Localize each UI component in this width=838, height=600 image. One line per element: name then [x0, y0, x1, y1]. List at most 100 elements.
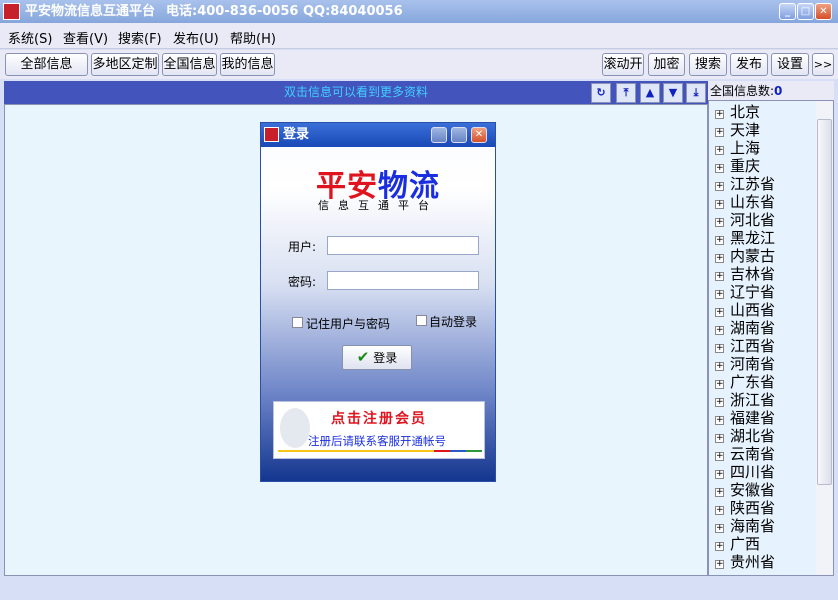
refresh-icon[interactable]: ↻	[591, 83, 611, 103]
region-tree-item[interactable]: + 辽宁省	[715, 283, 775, 301]
auto-login-checkbox[interactable]	[416, 315, 427, 326]
expand-icon[interactable]: +	[715, 380, 724, 389]
region-tree-item[interactable]: + 河南省	[715, 355, 775, 373]
publish-button[interactable]: 发布	[730, 53, 768, 76]
multi-region-button[interactable]: 多地区定制	[91, 53, 159, 76]
region-tree-item[interactable]: + 贵州省	[715, 553, 775, 571]
expand-icon[interactable]: +	[715, 326, 724, 335]
settings-button[interactable]: 设置	[771, 53, 809, 76]
menu-publish[interactable]: 发布(U)	[173, 28, 219, 47]
region-label: 重庆	[730, 157, 761, 175]
dialog-minimize-button[interactable]	[431, 127, 447, 143]
region-tree-item[interactable]: + 上海	[715, 139, 760, 157]
region-label: 浙江省	[730, 391, 776, 409]
expand-icon[interactable]: +	[715, 416, 724, 425]
expand-icon[interactable]: +	[715, 524, 724, 533]
expand-icon[interactable]: +	[715, 164, 724, 173]
expand-icon[interactable]: +	[715, 308, 724, 317]
region-tree-item[interactable]: + 四川省	[715, 463, 775, 481]
region-tree-item[interactable]: + 湖南省	[715, 319, 775, 337]
dialog-restore-button[interactable]	[451, 127, 467, 143]
expand-icon[interactable]: +	[715, 110, 724, 119]
scroll-down-icon[interactable]: ▼	[663, 83, 683, 103]
region-tree-item[interactable]: + 北京	[715, 103, 760, 121]
tree-scrollbar[interactable]	[816, 101, 833, 575]
region-label: 贵州省	[730, 553, 776, 571]
expand-icon[interactable]: +	[715, 272, 724, 281]
expand-icon[interactable]: +	[715, 200, 724, 209]
app-logo-icon	[264, 127, 279, 142]
expand-icon[interactable]: +	[715, 290, 724, 299]
expand-icon[interactable]: +	[715, 470, 724, 479]
region-tree-item[interactable]: + 浙江省	[715, 391, 775, 409]
region-label: 江苏省	[730, 175, 776, 193]
region-tree-item[interactable]: + 河北省	[715, 211, 775, 229]
region-tree-item[interactable]: + 吉林省	[715, 265, 775, 283]
scroll-up-icon[interactable]: ▲	[640, 83, 660, 103]
menu-system[interactable]: 系统(S)	[8, 28, 52, 47]
scroll-thumb[interactable]	[817, 119, 832, 485]
encrypt-button[interactable]: 加密	[648, 53, 685, 76]
region-tree-item[interactable]: + 广西	[715, 535, 760, 553]
expand-icon[interactable]: +	[715, 254, 724, 263]
scroll-toggle-button[interactable]: 滚动开	[602, 53, 644, 76]
search-button[interactable]: 搜索	[689, 53, 727, 76]
expand-icon[interactable]: +	[715, 362, 724, 371]
region-tree-item[interactable]: + 黑龙江	[715, 229, 775, 247]
expand-icon[interactable]: +	[715, 236, 724, 245]
remember-checkbox[interactable]	[292, 317, 303, 328]
region-label: 江西省	[730, 337, 776, 355]
all-info-button[interactable]: 全部信息	[5, 53, 88, 76]
expand-icon[interactable]: +	[715, 434, 724, 443]
username-input[interactable]	[327, 236, 479, 255]
region-tree-item[interactable]: + 云南省	[715, 445, 775, 463]
region-tree-item[interactable]: + 重庆	[715, 157, 760, 175]
expand-icon[interactable]: +	[715, 128, 724, 137]
expand-icon[interactable]: +	[715, 506, 724, 515]
region-tree-item[interactable]: + 安徽省	[715, 481, 775, 499]
region-tree-item[interactable]: + 内蒙古	[715, 247, 775, 265]
my-info-button[interactable]: 我的信息	[220, 53, 275, 76]
expand-icon[interactable]: +	[715, 398, 724, 407]
expand-icon[interactable]: +	[715, 344, 724, 353]
brand-subtitle: 信息互通平台	[318, 199, 438, 212]
count-label: 全国信息数:	[710, 84, 775, 98]
expand-icon[interactable]: +	[715, 452, 724, 461]
region-label: 北京	[730, 103, 761, 121]
region-tree-item[interactable]: + 陕西省	[715, 499, 775, 517]
region-tree-item[interactable]: + 山西省	[715, 301, 775, 319]
scroll-bottom-icon[interactable]: ⤓	[686, 83, 706, 103]
maximize-button[interactable]: □	[797, 3, 814, 20]
expand-icon[interactable]: +	[715, 146, 724, 155]
region-tree-item[interactable]: + 海南省	[715, 517, 775, 535]
minimize-button[interactable]: _	[779, 3, 796, 20]
login-button[interactable]: ✔ 登录	[342, 345, 412, 370]
national-info-button[interactable]: 全国信息	[162, 53, 217, 76]
auto-login-label[interactable]: 自动登录	[429, 313, 477, 330]
scroll-top-icon[interactable]: ⤒	[616, 83, 636, 103]
remember-label[interactable]: 记住用户与密码	[306, 315, 390, 332]
expand-icon[interactable]: +	[715, 560, 724, 569]
more-button[interactable]: >>	[812, 53, 834, 76]
menu-view[interactable]: 查看(V)	[63, 28, 108, 47]
region-tree-item[interactable]: + 山东省	[715, 193, 775, 211]
region-tree-item[interactable]: + 广东省	[715, 373, 775, 391]
expand-icon[interactable]: +	[715, 542, 724, 551]
region-label: 广东省	[730, 373, 776, 391]
close-button[interactable]: ✕	[815, 3, 832, 20]
password-input[interactable]	[327, 271, 479, 290]
region-tree-item[interactable]: + 福建省	[715, 409, 775, 427]
register-banner[interactable]: 点击注册会员 注册后请联系客服开通帐号	[273, 401, 485, 459]
menu-bar: 系统(S) 查看(V) 搜索(F) 发布(U) 帮助(H)	[0, 23, 838, 49]
region-tree-item[interactable]: + 江西省	[715, 337, 775, 355]
region-tree-item[interactable]: + 江苏省	[715, 175, 775, 193]
menu-search[interactable]: 搜索(F)	[118, 28, 162, 47]
menu-help[interactable]: 帮助(H)	[230, 28, 276, 47]
region-tree-item[interactable]: + 湖北省	[715, 427, 775, 445]
national-count: 全国信息数:0	[708, 81, 834, 101]
expand-icon[interactable]: +	[715, 488, 724, 497]
expand-icon[interactable]: +	[715, 182, 724, 191]
region-tree-item[interactable]: + 天津	[715, 121, 760, 139]
dialog-close-button[interactable]: ✕	[471, 127, 487, 143]
expand-icon[interactable]: +	[715, 218, 724, 227]
